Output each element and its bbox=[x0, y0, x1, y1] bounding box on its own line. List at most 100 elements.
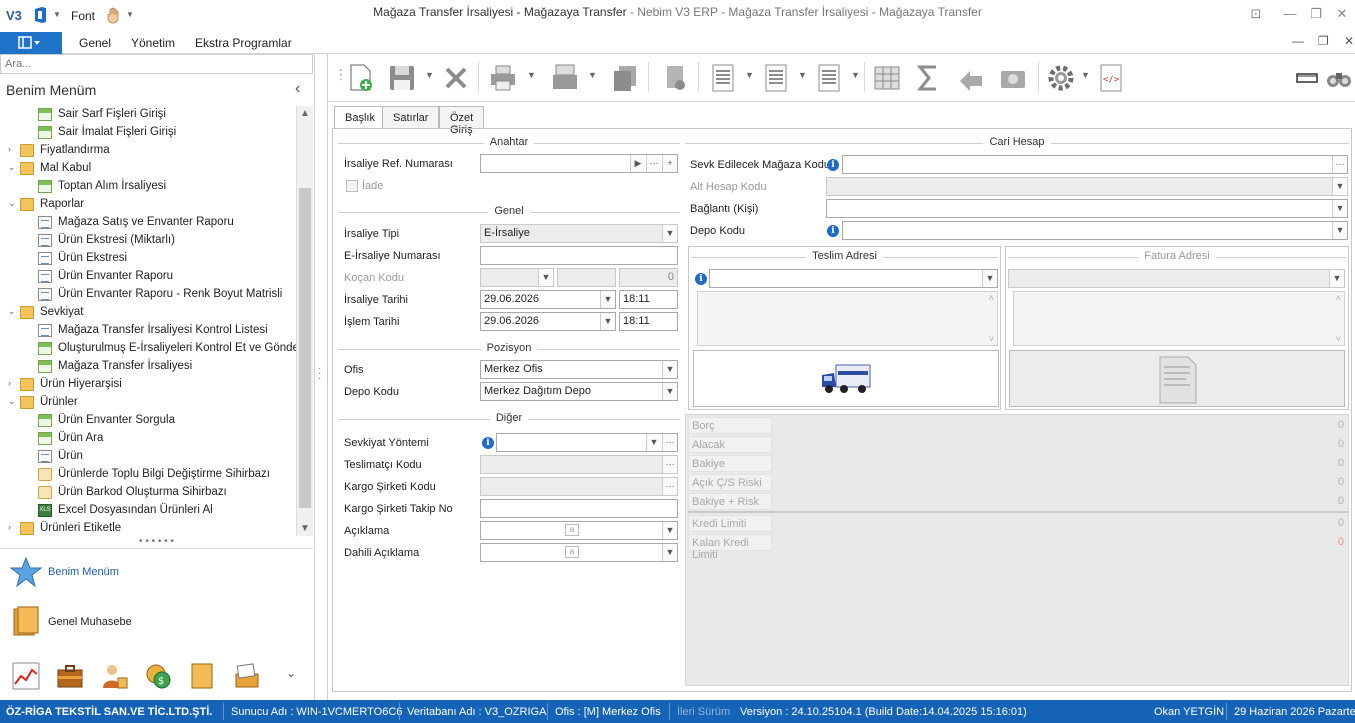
ofis-select[interactable]: Merkez Ofis ▼ bbox=[480, 360, 678, 379]
report-1-icon[interactable] bbox=[708, 63, 738, 93]
scroll-up-icon[interactable]: ▲ bbox=[300, 108, 310, 119]
ref-number-input[interactable]: ▶ ··· + bbox=[480, 154, 678, 173]
tree-item[interactable]: ⌄ Mal Kabul bbox=[0, 160, 296, 178]
doc-settings-icon[interactable] bbox=[660, 63, 690, 93]
chart-icon[interactable] bbox=[12, 662, 40, 690]
scroll-thumb[interactable] bbox=[299, 188, 311, 508]
collapse-icon[interactable]: ⌄ bbox=[8, 162, 18, 173]
expand-icon[interactable]: › bbox=[8, 144, 18, 154]
print-preview-icon[interactable] bbox=[550, 63, 580, 93]
tree-scrollbar[interactable]: ▲ ▼ bbox=[296, 106, 313, 536]
islem-saat-input[interactable]: 18:11 bbox=[619, 312, 678, 331]
teslim-adresi-text[interactable]: ˄ ˅ bbox=[697, 291, 998, 346]
save-icon[interactable] bbox=[387, 63, 417, 93]
collapse-icon[interactable]: ⌄ bbox=[8, 396, 18, 407]
chevron-down-icon[interactable]: ▼ bbox=[1332, 222, 1347, 239]
stack-icon[interactable] bbox=[232, 662, 260, 690]
ref-next-icon[interactable]: ▶ bbox=[630, 155, 645, 172]
browse-icon[interactable]: ··· bbox=[662, 434, 677, 451]
chevron-down-icon[interactable]: ▼ bbox=[662, 361, 677, 378]
tree-item[interactable]: Ürün Envanter Raporu bbox=[0, 268, 296, 286]
report-3-dropdown-icon[interactable]: ▼ bbox=[851, 70, 860, 80]
tree-item[interactable]: Ürünlerde Toplu Bilgi Değiştirme Sihirba… bbox=[0, 466, 296, 484]
tree-item[interactable]: › Ürün Hiyerarşisi bbox=[0, 376, 296, 394]
settings-dropdown-icon[interactable]: ▼ bbox=[1081, 70, 1090, 80]
print-dropdown-icon[interactable]: ▼ bbox=[527, 70, 536, 80]
aciklama-input[interactable]: a ▼ bbox=[480, 521, 678, 540]
dahili-aciklama-input[interactable]: a ▼ bbox=[480, 543, 678, 562]
finance-icon[interactable]: $ bbox=[144, 662, 172, 690]
tree-item[interactable]: Ürün bbox=[0, 448, 296, 466]
tree-item[interactable]: › Ürünleri Etiketle bbox=[0, 520, 296, 536]
mdi-minimize-button[interactable]: — bbox=[1292, 34, 1304, 48]
bigitem-genel-muhasebe[interactable]: Genel Muhasebe bbox=[10, 606, 300, 640]
settings-gear-icon[interactable] bbox=[1046, 63, 1076, 93]
briefcase-icon[interactable] bbox=[56, 662, 84, 690]
camera-icon[interactable] bbox=[998, 63, 1028, 93]
minimize-button[interactable]: — bbox=[1280, 6, 1300, 24]
tree-item[interactable]: Mağaza Transfer İrsaliyesi bbox=[0, 358, 296, 376]
chevron-down-icon[interactable]: ▼ bbox=[1332, 200, 1347, 217]
e-irsaliye-no-input[interactable] bbox=[480, 246, 678, 265]
calendar-dropdown-icon[interactable]: ▼ bbox=[600, 291, 615, 308]
teslim-adresi-select[interactable]: ▼ bbox=[709, 269, 998, 288]
browse-icon[interactable]: ··· bbox=[662, 456, 677, 473]
tree-item[interactable]: Ürün Envanter Raporu - Renk Boyut Matris… bbox=[0, 286, 296, 304]
preview-dropdown-icon[interactable]: ▼ bbox=[588, 70, 597, 80]
calendar-dropdown-icon[interactable]: ▼ bbox=[600, 313, 615, 330]
iade-checkbox[interactable] bbox=[346, 180, 358, 192]
chevron-down-icon[interactable]: ▼ bbox=[662, 522, 677, 539]
browse-icon[interactable]: ··· bbox=[1332, 156, 1347, 173]
chevron-down-icon[interactable]: ▼ bbox=[662, 225, 677, 242]
ref-add-icon[interactable]: + bbox=[662, 155, 677, 172]
close-button[interactable]: ✕ bbox=[1332, 6, 1352, 24]
tree-item[interactable]: ⌄ Sevkiyat bbox=[0, 304, 296, 322]
ribbon-tab-yonetim[interactable]: Yönetim bbox=[131, 36, 175, 50]
scroll-down-icon[interactable]: ▼ bbox=[300, 523, 310, 534]
scroll-up-icon[interactable]: ˄ bbox=[989, 293, 994, 303]
save-dropdown-icon[interactable]: ▼ bbox=[425, 70, 434, 80]
info-icon[interactable]: i bbox=[695, 273, 707, 285]
panel-splitter[interactable]: • • • • • • bbox=[0, 537, 313, 548]
maximize-button[interactable]: ❐ bbox=[1306, 6, 1326, 24]
chevron-down-icon[interactable]: ▼ bbox=[982, 270, 997, 287]
collapse-icon[interactable]: ⌄ bbox=[8, 198, 18, 209]
tree-item[interactable]: Sair Sarf Fişleri Girişi bbox=[0, 106, 296, 124]
kargo-kodu-input[interactable]: ··· bbox=[480, 477, 678, 496]
delete-icon[interactable] bbox=[441, 63, 471, 93]
tree-item[interactable]: Ürün Ekstresi (Miktarlı) bbox=[0, 232, 296, 250]
takip-no-input[interactable] bbox=[480, 499, 678, 518]
baglanti-select[interactable]: ▼ bbox=[826, 199, 1348, 218]
collapse-panel-icon[interactable]: ‹ bbox=[295, 80, 300, 98]
mdi-restore-button[interactable]: ❐ bbox=[1318, 34, 1329, 48]
tree-item[interactable]: Sair İmalat Fişleri Girişi bbox=[0, 124, 296, 142]
tree-item[interactable]: Toptan Alım İrsaliyesi bbox=[0, 178, 296, 196]
chevron-down-icon[interactable]: ▼ bbox=[662, 544, 677, 561]
report-1-dropdown-icon[interactable]: ▼ bbox=[745, 70, 754, 80]
tree-item[interactable]: Oluşturulmuş E-İrsaliyeleri Kontrol Et v… bbox=[0, 340, 296, 358]
bigitem-benim-menum[interactable]: Benim Menüm bbox=[10, 556, 300, 590]
ref-browse-icon[interactable]: ··· bbox=[646, 155, 661, 172]
new-document-icon[interactable] bbox=[346, 63, 376, 93]
tree-item[interactable]: Mağaza Satış ve Envanter Raporu bbox=[0, 214, 296, 232]
tree-item[interactable]: Ürün Envanter Sorgula bbox=[0, 412, 296, 430]
menu-search-input[interactable] bbox=[0, 54, 313, 74]
more-modules-icon[interactable]: ⌄ bbox=[286, 666, 296, 680]
expand-icon[interactable]: › bbox=[8, 378, 18, 388]
chevron-down-icon[interactable]: ▼ bbox=[662, 383, 677, 400]
panel-resize-handle[interactable]: · · · bbox=[315, 54, 327, 700]
info-icon[interactable]: i bbox=[827, 225, 839, 237]
tree-item[interactable]: XLS Excel Dosyasından Ürünleri Al bbox=[0, 502, 296, 520]
report-2-icon[interactable] bbox=[761, 63, 791, 93]
irsaliye-tipi-select[interactable]: E-İrsaliye ▼ bbox=[480, 224, 678, 243]
tree-item[interactable]: ⌄ Ürünler bbox=[0, 394, 296, 412]
sum-icon[interactable] bbox=[914, 63, 944, 93]
restore-layout-icon[interactable]: ⊡ bbox=[1246, 6, 1266, 24]
info-icon[interactable]: i bbox=[482, 437, 494, 449]
irsaliye-saat-input[interactable]: 18:11 bbox=[619, 290, 678, 309]
chevron-down-icon[interactable]: ▼ bbox=[646, 434, 661, 451]
tree-item[interactable]: Ürün Ara bbox=[0, 430, 296, 448]
report-2-dropdown-icon[interactable]: ▼ bbox=[798, 70, 807, 80]
scroll-down-icon[interactable]: ˅ bbox=[989, 334, 994, 344]
tree-item[interactable]: › Fiyatlandırma bbox=[0, 142, 296, 160]
